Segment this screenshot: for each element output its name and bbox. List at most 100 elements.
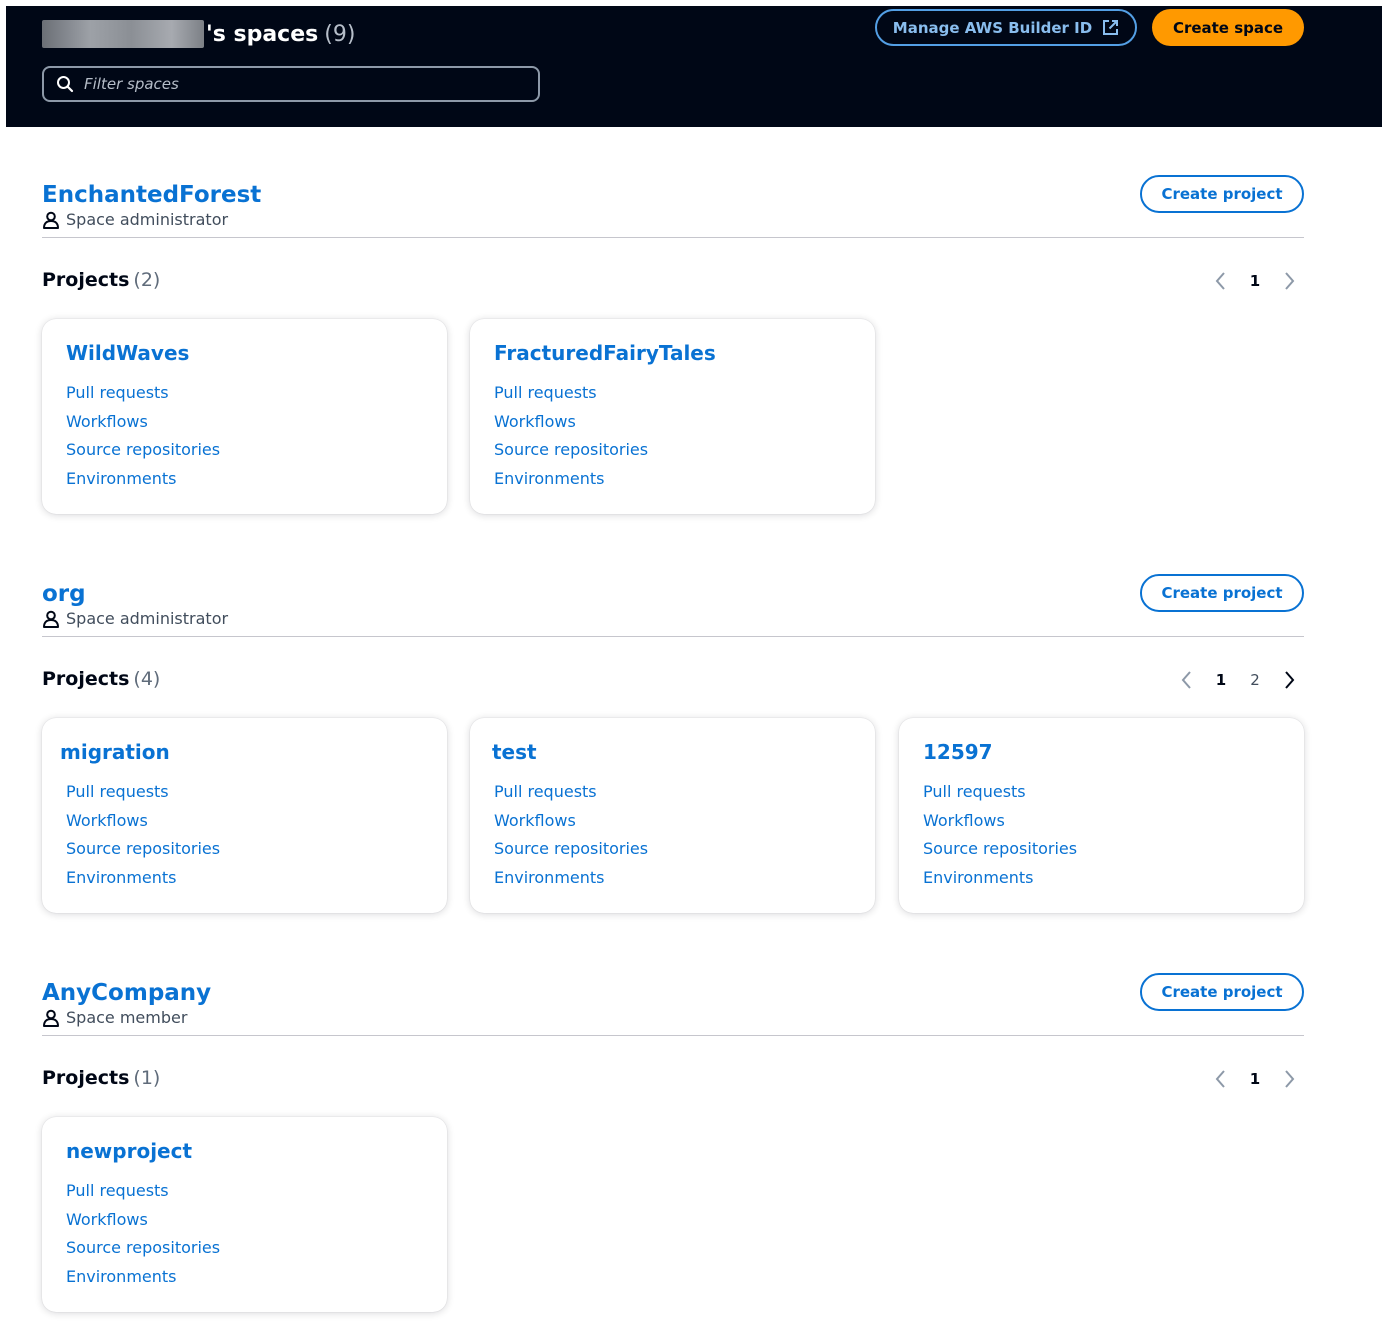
page-title-row: 's spaces (9) bbox=[42, 14, 355, 54]
project-card: 12597 Pull requests Workflows Source reposi… bbox=[899, 718, 1304, 913]
environments-link[interactable]: Environments bbox=[66, 469, 220, 498]
source-repositories-link[interactable]: Source repositories bbox=[494, 440, 648, 469]
redacted-user-name bbox=[42, 20, 204, 48]
pagination-next-button[interactable] bbox=[1274, 269, 1304, 293]
pull-requests-link[interactable]: Pull requests bbox=[66, 383, 220, 412]
projects-heading-label: Projects bbox=[42, 1067, 130, 1089]
projects-heading-label: Projects bbox=[42, 269, 130, 291]
section-divider bbox=[42, 237, 1304, 238]
source-repositories-link[interactable]: Source repositories bbox=[494, 839, 648, 868]
project-card: FracturedFairyTales Pull requests Workflow… bbox=[470, 319, 875, 514]
environments-link[interactable]: Environments bbox=[66, 1267, 220, 1296]
source-repositories-link[interactable]: Source repositories bbox=[66, 839, 220, 868]
space-name-link[interactable]: EnchantedForest bbox=[42, 182, 261, 208]
section-divider bbox=[42, 1035, 1304, 1036]
pagination-previous-button[interactable] bbox=[1172, 668, 1202, 692]
pagination-previous-button[interactable] bbox=[1206, 269, 1236, 293]
project-card: test Pull requests Workflows Source reposit… bbox=[470, 718, 875, 913]
environments-link[interactable]: Environments bbox=[66, 868, 220, 897]
filter-spaces-field[interactable] bbox=[42, 66, 540, 102]
pull-requests-link[interactable]: Pull requests bbox=[494, 782, 648, 811]
projects-count: (1) bbox=[133, 1067, 161, 1089]
project-name-link[interactable]: WildWaves bbox=[66, 341, 189, 365]
pull-requests-link[interactable]: Pull requests bbox=[66, 1181, 220, 1210]
pull-requests-link[interactable]: Pull requests bbox=[494, 383, 648, 412]
section-divider bbox=[42, 636, 1304, 637]
project-name-link[interactable]: test bbox=[492, 740, 537, 764]
project-links: Pull requests Workflows Source repositorie… bbox=[494, 383, 648, 497]
create-space-button[interactable]: Create space bbox=[1152, 9, 1304, 46]
pagination-page-1[interactable]: 1 bbox=[1240, 1070, 1270, 1088]
pagination-page-1[interactable]: 1 bbox=[1206, 671, 1236, 689]
projects-heading: Projects (1) bbox=[42, 1067, 160, 1089]
project-name-link[interactable]: newproject bbox=[66, 1139, 192, 1163]
project-links: Pull requests Workflows Source repositorie… bbox=[66, 782, 220, 896]
project-links: Pull requests Workflows Source repositorie… bbox=[923, 782, 1077, 896]
projects-count: (4) bbox=[133, 668, 161, 690]
page-title-text: 's spaces bbox=[206, 21, 319, 47]
create-project-button[interactable]: Create project bbox=[1140, 574, 1304, 612]
workflows-link[interactable]: Workflows bbox=[66, 412, 220, 441]
user-icon bbox=[43, 1009, 59, 1027]
project-links: Pull requests Workflows Source repositorie… bbox=[66, 383, 220, 497]
project-card: WildWaves Pull requests Workflows Source re… bbox=[42, 319, 447, 514]
pull-requests-link[interactable]: Pull requests bbox=[923, 782, 1077, 811]
manage-aws-builder-id-button[interactable]: Manage AWS Builder ID bbox=[875, 9, 1137, 46]
workflows-link[interactable]: Workflows bbox=[494, 412, 648, 441]
page-title: 's spaces (9) bbox=[206, 22, 355, 47]
project-name-link[interactable]: FracturedFairyTales bbox=[494, 341, 716, 365]
project-card: migration Pull requests Workflows Source re… bbox=[42, 718, 447, 913]
source-repositories-link[interactable]: Source repositories bbox=[66, 440, 220, 469]
chevron-left-icon bbox=[1215, 1070, 1225, 1088]
search-icon bbox=[57, 76, 74, 93]
pagination: 1 bbox=[1206, 269, 1304, 293]
project-name-link[interactable]: 12597 bbox=[923, 740, 993, 764]
pagination-page-1[interactable]: 1 bbox=[1240, 272, 1270, 290]
external-link-icon bbox=[1103, 20, 1119, 35]
project-links: Pull requests Workflows Source repositorie… bbox=[66, 1181, 220, 1295]
space-role: Space member bbox=[42, 1008, 187, 1027]
chevron-right-icon bbox=[1285, 272, 1295, 290]
space-name-link[interactable]: AnyCompany bbox=[42, 980, 211, 1006]
chevron-left-icon bbox=[1181, 671, 1191, 689]
environments-link[interactable]: Environments bbox=[494, 469, 648, 498]
manage-aws-builder-id-label: Manage AWS Builder ID bbox=[892, 18, 1093, 37]
workflows-link[interactable]: Workflows bbox=[923, 811, 1077, 840]
space-name-link[interactable]: org bbox=[42, 581, 86, 607]
chevron-right-icon bbox=[1285, 671, 1295, 689]
projects-count: (2) bbox=[133, 269, 161, 291]
space-role-label: Space administrator bbox=[66, 609, 229, 628]
user-icon bbox=[43, 610, 59, 628]
space-role: Space administrator bbox=[42, 609, 228, 628]
spaces-header: 's spaces(9) Manage AWS Builder ID Creat… bbox=[6, 6, 1382, 127]
space-role: Space administrator bbox=[42, 210, 228, 229]
pull-requests-link[interactable]: Pull requests bbox=[66, 782, 220, 811]
pagination-next-button[interactable] bbox=[1274, 1067, 1304, 1091]
pagination: 1 bbox=[1206, 1067, 1304, 1091]
pagination-next-button[interactable] bbox=[1274, 668, 1304, 692]
source-repositories-link[interactable]: Source repositories bbox=[66, 1238, 220, 1267]
create-project-button[interactable]: Create project bbox=[1140, 175, 1304, 213]
workflows-link[interactable]: Workflows bbox=[66, 811, 220, 840]
space-role-label: Space administrator bbox=[66, 210, 229, 229]
pagination-previous-button[interactable] bbox=[1206, 1067, 1236, 1091]
project-name-link[interactable]: migration bbox=[60, 740, 170, 764]
workflows-link[interactable]: Workflows bbox=[66, 1210, 220, 1239]
chevron-right-icon bbox=[1285, 1070, 1295, 1088]
source-repositories-link[interactable]: Source repositories bbox=[923, 839, 1077, 868]
filter-spaces-input[interactable] bbox=[82, 74, 506, 94]
space-role-label: Space member bbox=[66, 1008, 188, 1027]
workflows-link[interactable]: Workflows bbox=[494, 811, 648, 840]
spaces-count: (9) bbox=[324, 21, 356, 47]
chevron-left-icon bbox=[1215, 272, 1225, 290]
project-links: Pull requests Workflows Source repositorie… bbox=[494, 782, 648, 896]
pagination: 12 bbox=[1172, 668, 1304, 692]
projects-heading: Projects (2) bbox=[42, 269, 160, 291]
project-card: newproject Pull requests Workflows Source r… bbox=[42, 1117, 447, 1312]
environments-link[interactable]: Environments bbox=[494, 868, 648, 897]
environments-link[interactable]: Environments bbox=[923, 868, 1077, 897]
create-project-button[interactable]: Create project bbox=[1140, 973, 1304, 1011]
projects-heading-label: Projects bbox=[42, 668, 130, 690]
user-icon bbox=[43, 211, 59, 229]
pagination-page-2[interactable]: 2 bbox=[1240, 671, 1270, 689]
